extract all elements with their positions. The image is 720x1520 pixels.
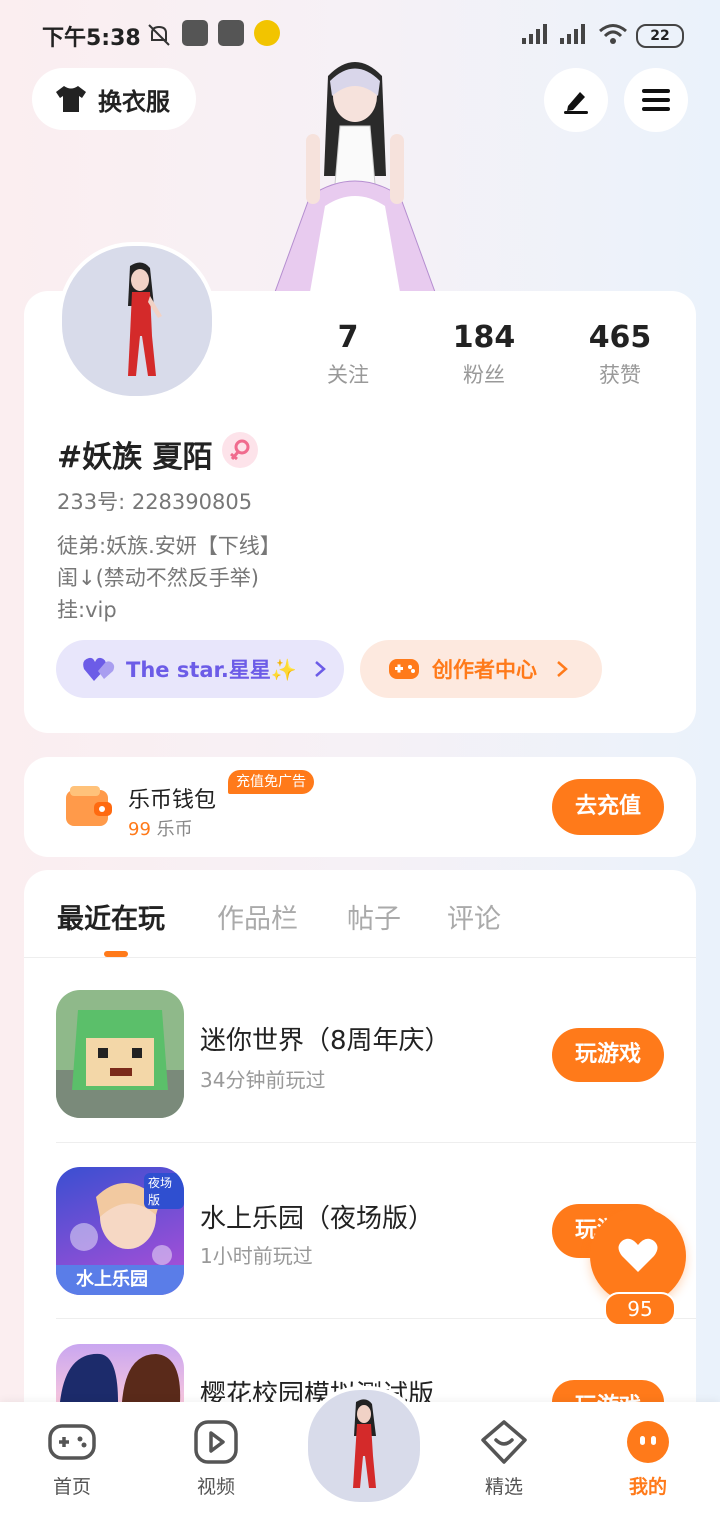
- wallet-unit: 乐币: [156, 819, 193, 840]
- game-title: 迷你世界（8周年庆）: [200, 1026, 451, 1056]
- wallet-icon: [66, 786, 112, 826]
- signal-icon: [522, 24, 547, 44]
- game-last-played: 1小时前玩过: [200, 1244, 313, 1268]
- heart-icon: [618, 1238, 658, 1272]
- recharge-button[interactable]: 去充值: [552, 779, 664, 835]
- change-outfit-button[interactable]: 换衣服: [32, 68, 196, 130]
- change-outfit-label: 换衣服: [98, 87, 170, 116]
- list-divider: [56, 1318, 696, 1319]
- menu-button[interactable]: [624, 68, 688, 132]
- avatar[interactable]: [58, 242, 216, 400]
- nav-label: 精选: [484, 1476, 523, 1498]
- nav-item-featured[interactable]: 精选: [454, 1420, 554, 1499]
- following-label: 关注: [327, 363, 369, 387]
- female-gender-icon: [222, 432, 258, 468]
- likes-label: 获赞: [599, 363, 641, 387]
- following-count: 7: [337, 320, 359, 355]
- tab-posts[interactable]: 帖子: [347, 897, 401, 936]
- like-count: 95: [604, 1292, 676, 1326]
- play-game-button[interactable]: 玩游戏: [552, 1380, 664, 1402]
- game-last-played: 34分钟前玩过: [200, 1068, 326, 1092]
- game-icon-caption: 水上乐园: [76, 1269, 148, 1290]
- nav-label: 首页: [52, 1476, 91, 1498]
- star-pill-label: The star.星星✨: [126, 658, 298, 682]
- nav-label: 我的: [628, 1476, 667, 1498]
- tab-recently-played[interactable]: 最近在玩: [57, 897, 165, 936]
- gamepad-icon: [48, 1424, 96, 1460]
- creator-center-label: 创作者中心: [432, 658, 537, 682]
- wifi-icon: [599, 24, 627, 44]
- battery-indicator: 22: [636, 24, 684, 48]
- tab-divider: [24, 957, 696, 958]
- profile-face-icon: [627, 1421, 669, 1463]
- like-float-button[interactable]: [590, 1208, 686, 1304]
- list-divider: [56, 1142, 696, 1143]
- heart-box-icon: [481, 1420, 527, 1464]
- music-app-icon: [254, 20, 280, 46]
- double-heart-icon: [83, 657, 115, 681]
- wallet-title: 乐币钱包: [128, 788, 217, 813]
- tshirt-icon: [56, 86, 86, 112]
- user-id: 233号: 228390805: [57, 490, 253, 514]
- bio-line: 挂:vip: [57, 598, 117, 622]
- pencil-icon: [564, 92, 588, 114]
- chevron-right-icon: [557, 661, 568, 677]
- profile-bio: 徒弟:妖族.安妍【下线】 闺↓(禁动不然反手举) 挂:vip: [57, 530, 281, 626]
- status-time: 下午5:38: [42, 26, 141, 51]
- followers-count: 184: [452, 320, 516, 355]
- nav-item-home[interactable]: 首页: [22, 1420, 122, 1499]
- wallet-promo-badge: 充值免广告: [228, 770, 314, 794]
- bio-line: 闺↓(禁动不然反手举): [57, 566, 259, 590]
- edit-profile-button[interactable]: [544, 68, 608, 132]
- star-pill-button[interactable]: The star.星星✨: [56, 640, 344, 698]
- nav-label: 视频: [196, 1476, 235, 1498]
- avatar-figure: [353, 1399, 376, 1488]
- nav-avatar-button[interactable]: [304, 1386, 424, 1506]
- wallet-amount: 99: [128, 819, 151, 840]
- nav-item-video[interactable]: 视频: [166, 1420, 266, 1499]
- avatar-figure: [128, 262, 162, 376]
- video-icon: [194, 1420, 238, 1464]
- play-game-button[interactable]: 玩游戏: [552, 1028, 664, 1082]
- profile-name: #妖族 夏陌: [57, 440, 213, 475]
- avatar-character-illustration[interactable]: [270, 56, 440, 292]
- wallet-balance: 99 乐币: [128, 815, 193, 841]
- mi-app-icon: [182, 20, 208, 46]
- game-icon-mini-world[interactable]: [56, 990, 184, 1118]
- mi-app-icon-2: [218, 20, 244, 46]
- tab-comments[interactable]: 评论: [447, 897, 501, 936]
- likes-count: 465: [588, 320, 652, 355]
- stat-likes[interactable]: 465 获赞: [560, 320, 680, 389]
- game-icon-water-park[interactable]: 水上乐园 夜场版: [56, 1167, 184, 1295]
- game-icon-sakura-school[interactable]: [56, 1344, 184, 1402]
- chevron-right-icon: [315, 661, 326, 677]
- stat-following[interactable]: 7 关注: [288, 320, 408, 389]
- tab-works[interactable]: 作品栏: [217, 897, 298, 936]
- mute-bell-icon: [148, 24, 170, 46]
- gamepad-icon: [389, 659, 419, 679]
- bio-line: 徒弟:妖族.安妍【下线】: [57, 534, 281, 558]
- signal-icon-2: [560, 24, 585, 44]
- creator-center-button[interactable]: 创作者中心: [360, 640, 602, 698]
- game-icon-badge: 夜场版: [144, 1173, 184, 1209]
- nav-item-me[interactable]: 我的: [598, 1420, 698, 1499]
- game-title: 水上乐园（夜场版）: [200, 1204, 435, 1234]
- menu-icon: [642, 89, 670, 111]
- followers-label: 粉丝: [463, 363, 505, 387]
- stat-followers[interactable]: 184 粉丝: [424, 320, 544, 389]
